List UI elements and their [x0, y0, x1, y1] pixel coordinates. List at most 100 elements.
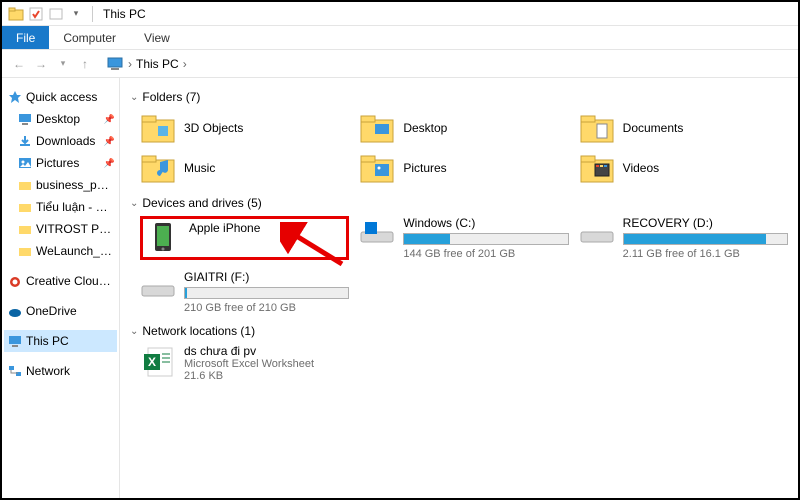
folder-label: Pictures [403, 161, 446, 175]
sidebar-onedrive[interactable]: OneDrive [4, 300, 117, 322]
onedrive-icon [8, 304, 22, 318]
folder-icon [18, 222, 32, 236]
sidebar-pictures[interactable]: Pictures 📌 [4, 152, 117, 174]
recent-dropdown[interactable]: ▾ [52, 53, 74, 75]
ribbon-tabs: File Computer View [2, 26, 798, 50]
usage-bar [184, 287, 349, 299]
folder-icon [359, 152, 395, 184]
section-label: Network locations (1) [142, 324, 255, 338]
folder-icon [579, 152, 615, 184]
sidebar-label: VITROST PPTX [36, 222, 115, 236]
drive-icon [359, 216, 395, 248]
desktop-icon [18, 112, 32, 126]
drive-windows-c[interactable]: Windows (C:) 144 GB free of 201 GB [359, 216, 568, 260]
drive-label: GIAITRI (F:) [184, 270, 349, 284]
content-pane: ⌄ Folders (7) 3D Objects Desktop Documen… [120, 78, 798, 498]
sidebar-label: Pictures [36, 156, 102, 170]
sidebar-label: WeLaunch_Desig [36, 244, 115, 258]
folder-desktop[interactable]: Desktop [359, 110, 568, 146]
drive-label: RECOVERY (D:) [623, 216, 788, 230]
network-icon [8, 364, 22, 378]
address-bar: ← → ▾ ↑ › This PC › [2, 50, 798, 78]
chevron-down-icon: ⌄ [130, 326, 138, 337]
drive-free-text: 210 GB free of 210 GB [184, 302, 349, 314]
network-file-excel[interactable]: X ds chưa đi pv Microsoft Excel Workshee… [140, 344, 788, 382]
tab-view[interactable]: View [130, 26, 184, 49]
folder-3d-objects[interactable]: 3D Objects [140, 110, 349, 146]
creative-cloud-icon [8, 274, 22, 288]
drive-label: Windows (C:) [403, 216, 568, 230]
sidebar-label: business_power [36, 178, 115, 192]
sidebar-downloads[interactable]: Downloads 📌 [4, 130, 117, 152]
sidebar-folder-welaunch[interactable]: WeLaunch_Desig [4, 240, 117, 262]
new-folder-icon[interactable] [48, 6, 64, 22]
navigation-pane: Quick access Desktop 📌 Downloads 📌 Pictu… [2, 78, 120, 498]
pictures-icon [18, 156, 32, 170]
folder-music[interactable]: Music [140, 150, 349, 186]
sidebar-folder-tieuluan[interactable]: Tiểu luận - Bài th [4, 196, 117, 218]
breadcrumb-root[interactable]: This PC [136, 57, 179, 71]
sidebar-folder-vitrost[interactable]: VITROST PPTX [4, 218, 117, 240]
title-bar: ▾ This PC [2, 2, 798, 26]
chevron-down-icon: ⌄ [130, 198, 138, 209]
sidebar-folder-business[interactable]: business_power [4, 174, 117, 196]
folder-icon [140, 152, 176, 184]
sidebar-label: Creative Cloud Fil [26, 274, 115, 288]
drive-giaitri-f[interactable]: GIAITRI (F:) 210 GB free of 210 GB [140, 270, 349, 314]
up-button[interactable]: ↑ [74, 53, 96, 75]
sidebar-label: OneDrive [26, 304, 115, 318]
tab-file[interactable]: File [2, 26, 49, 49]
sidebar-quick-access[interactable]: Quick access [4, 86, 117, 108]
pin-icon: 📌 [104, 136, 115, 147]
dropdown-icon[interactable]: ▾ [68, 6, 84, 22]
section-network-locations[interactable]: ⌄ Network locations (1) [130, 324, 788, 338]
sidebar-desktop[interactable]: Desktop 📌 [4, 108, 117, 130]
excel-file-icon: X [140, 344, 176, 380]
sidebar-label: Tiểu luận - Bài th [36, 200, 115, 214]
folder-pictures[interactable]: Pictures [359, 150, 568, 186]
sidebar-this-pc[interactable]: This PC [4, 330, 117, 352]
file-name: ds chưa đi pv [184, 344, 314, 358]
file-type: Microsoft Excel Worksheet [184, 358, 314, 370]
drive-free-text: 144 GB free of 201 GB [403, 248, 568, 260]
folder-icon [18, 244, 32, 258]
separator [92, 6, 93, 22]
chevron-right-icon[interactable]: › [183, 57, 187, 71]
explorer-icon [8, 6, 24, 22]
svg-text:X: X [148, 355, 156, 369]
sidebar-creative-cloud[interactable]: Creative Cloud Fil [4, 270, 117, 292]
sidebar-network[interactable]: Network [4, 360, 117, 382]
chevron-right-icon[interactable]: › [128, 57, 132, 71]
section-label: Folders (7) [142, 90, 200, 104]
sidebar-label: Quick access [26, 90, 115, 104]
drive-label: Apple iPhone [189, 221, 344, 235]
section-label: Devices and drives (5) [142, 196, 261, 210]
folder-icon [18, 200, 32, 214]
pc-icon [8, 334, 22, 348]
folder-documents[interactable]: Documents [579, 110, 788, 146]
forward-button[interactable]: → [30, 53, 52, 75]
folder-icon [140, 112, 176, 144]
pin-icon: 📌 [104, 158, 115, 169]
properties-icon[interactable] [28, 6, 44, 22]
folder-label: Documents [623, 121, 684, 135]
back-button[interactable]: ← [8, 53, 30, 75]
section-drives[interactable]: ⌄ Devices and drives (5) [130, 196, 788, 210]
usage-bar [403, 233, 568, 245]
file-size: 21.6 KB [184, 370, 314, 382]
section-folders[interactable]: ⌄ Folders (7) [130, 90, 788, 104]
pc-icon [106, 55, 124, 73]
drive-icon [140, 270, 176, 302]
folder-label: Videos [623, 161, 659, 175]
chevron-down-icon: ⌄ [130, 92, 138, 103]
pin-icon: 📌 [104, 114, 115, 125]
phone-device-icon [145, 221, 181, 253]
drive-recovery-d[interactable]: RECOVERY (D:) 2.11 GB free of 16.1 GB [579, 216, 788, 260]
folder-videos[interactable]: Videos [579, 150, 788, 186]
drive-apple-iphone[interactable]: Apple iPhone [140, 216, 349, 260]
folder-icon [359, 112, 395, 144]
tab-computer[interactable]: Computer [49, 26, 130, 49]
sidebar-label: Downloads [36, 134, 102, 148]
usage-bar [623, 233, 788, 245]
download-icon [18, 134, 32, 148]
